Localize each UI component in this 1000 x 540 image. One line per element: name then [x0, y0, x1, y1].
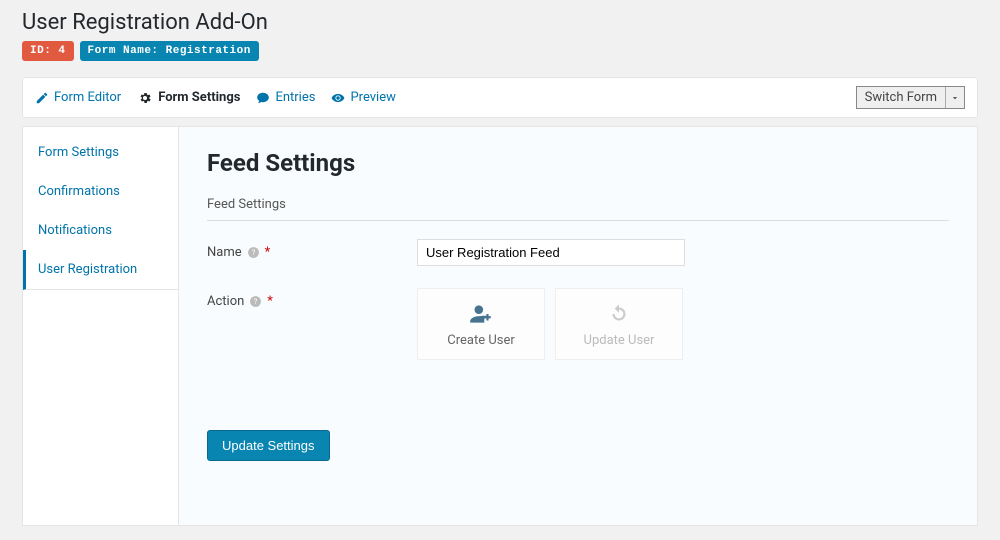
required-mark: *	[265, 245, 271, 260]
tab-preview[interactable]: Preview	[331, 90, 395, 105]
form-name-badge: Form Name: Registration	[80, 41, 259, 61]
tab-label: Form Settings	[158, 90, 240, 105]
help-icon: ?	[247, 246, 260, 259]
edit-icon	[35, 91, 49, 105]
update-settings-button[interactable]: Update Settings	[207, 430, 330, 461]
page-header: User Registration Add-On ID: 4 Form Name…	[0, 0, 1000, 67]
card-update-user[interactable]: Update User	[555, 288, 683, 360]
page-title: User Registration Add-On	[22, 10, 978, 35]
user-plus-icon	[466, 301, 496, 327]
content-heading: Feed Settings	[207, 149, 949, 177]
row-name: Name ? *	[207, 239, 949, 266]
tab-label: Entries	[275, 90, 315, 105]
toolbar: Form Editor Form Settings Entries Previe…	[22, 77, 978, 118]
tab-form-settings[interactable]: Form Settings	[137, 90, 240, 105]
svg-text:?: ?	[251, 248, 255, 257]
cogs-icon	[137, 91, 153, 105]
row-action: Action ? * Create User Update User	[207, 288, 949, 360]
switch-form-label: Switch Form	[857, 87, 946, 108]
card-label: Create User	[447, 333, 515, 348]
name-label: Name	[207, 245, 242, 260]
content-area: Feed Settings Feed Settings Name ? * Act…	[179, 127, 977, 525]
switch-form-select[interactable]: Switch Form	[856, 86, 965, 109]
svg-text:?: ?	[254, 297, 258, 306]
main-panel: Form Settings Confirmations Notification…	[22, 126, 978, 526]
badges: ID: 4 Form Name: Registration	[22, 41, 978, 61]
sidebar-item-form-settings[interactable]: Form Settings	[23, 133, 178, 172]
name-label-wrap: Name ? *	[207, 239, 417, 260]
action-cards: Create User Update User	[417, 288, 683, 360]
tab-label: Preview	[350, 90, 395, 105]
settings-sidebar: Form Settings Confirmations Notification…	[23, 127, 179, 525]
help-icon: ?	[249, 295, 262, 308]
sidebar-item-confirmations[interactable]: Confirmations	[23, 172, 178, 211]
sidebar-item-user-registration[interactable]: User Registration	[23, 250, 178, 290]
toolbar-tabs: Form Editor Form Settings Entries Previe…	[35, 90, 856, 105]
tab-label: Form Editor	[54, 90, 121, 105]
tab-entries[interactable]: Entries	[256, 90, 315, 105]
chevron-down-icon	[946, 89, 964, 107]
action-label: Action	[207, 294, 244, 309]
action-label-wrap: Action ? *	[207, 288, 417, 309]
eye-icon	[331, 91, 345, 105]
id-badge: ID: 4	[22, 41, 74, 61]
sidebar-item-notifications[interactable]: Notifications	[23, 211, 178, 250]
card-label: Update User	[584, 333, 655, 348]
tab-form-editor[interactable]: Form Editor	[35, 90, 121, 105]
card-create-user[interactable]: Create User	[417, 288, 545, 360]
required-mark: *	[267, 294, 273, 309]
section-label: Feed Settings	[207, 197, 949, 221]
name-input[interactable]	[417, 239, 685, 266]
refresh-icon	[605, 301, 633, 327]
chat-icon	[256, 91, 270, 105]
